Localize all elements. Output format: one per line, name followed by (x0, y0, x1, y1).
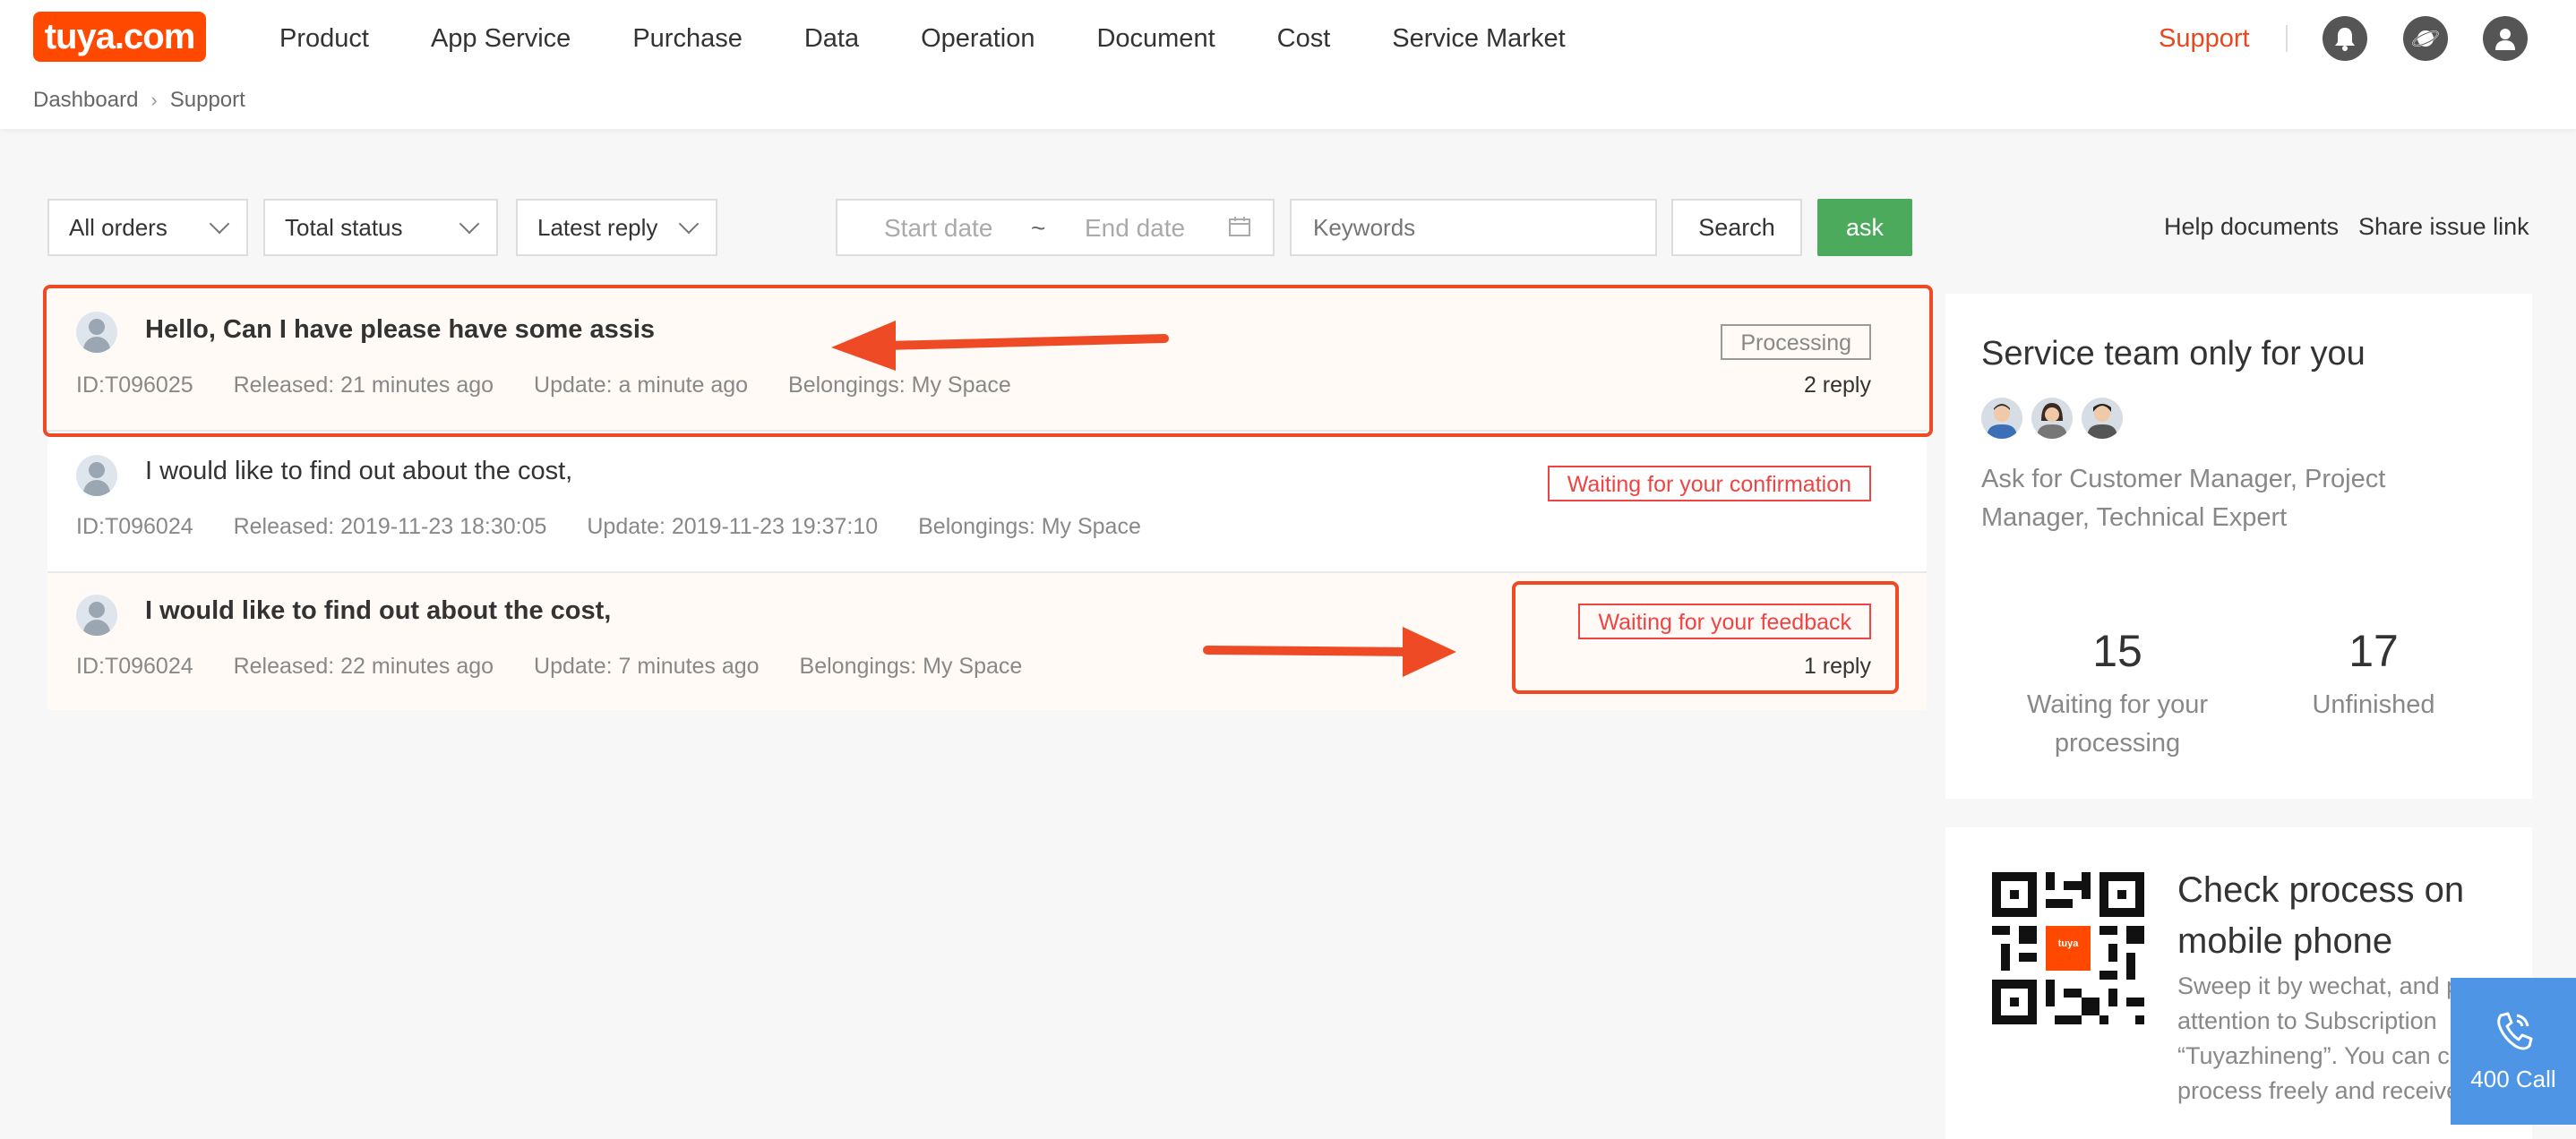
mobile-process-card: tuya Check process on mobile phone Sweep… (1945, 827, 2532, 1139)
qr-logo: tuya (2057, 938, 2079, 949)
waiting-count[interactable]: 15 (2010, 625, 2225, 677)
waiting-label: Waiting for your processing (2027, 690, 2208, 758)
unfinished-count[interactable]: 17 (2266, 625, 2481, 677)
call-button-label: 400 Call (2470, 1066, 2556, 1092)
service-team-description: Ask for Customer Manager, Project Manage… (1981, 465, 2386, 532)
avatar (2082, 398, 2123, 439)
unfinished-label: Unfinished (2312, 690, 2435, 719)
qr-code: tuya (1992, 872, 2144, 1024)
avatar (2031, 398, 2073, 439)
call-button[interactable]: 400 Call (2451, 978, 2576, 1125)
service-team-card: Service team only for you Ask for Custom… (1945, 294, 2532, 799)
phone-icon (2494, 1010, 2533, 1058)
avatar (1981, 398, 2022, 439)
service-team-title: Service team only for you (1981, 335, 2366, 373)
mobile-process-title: Check process on mobile phone (2177, 870, 2465, 961)
